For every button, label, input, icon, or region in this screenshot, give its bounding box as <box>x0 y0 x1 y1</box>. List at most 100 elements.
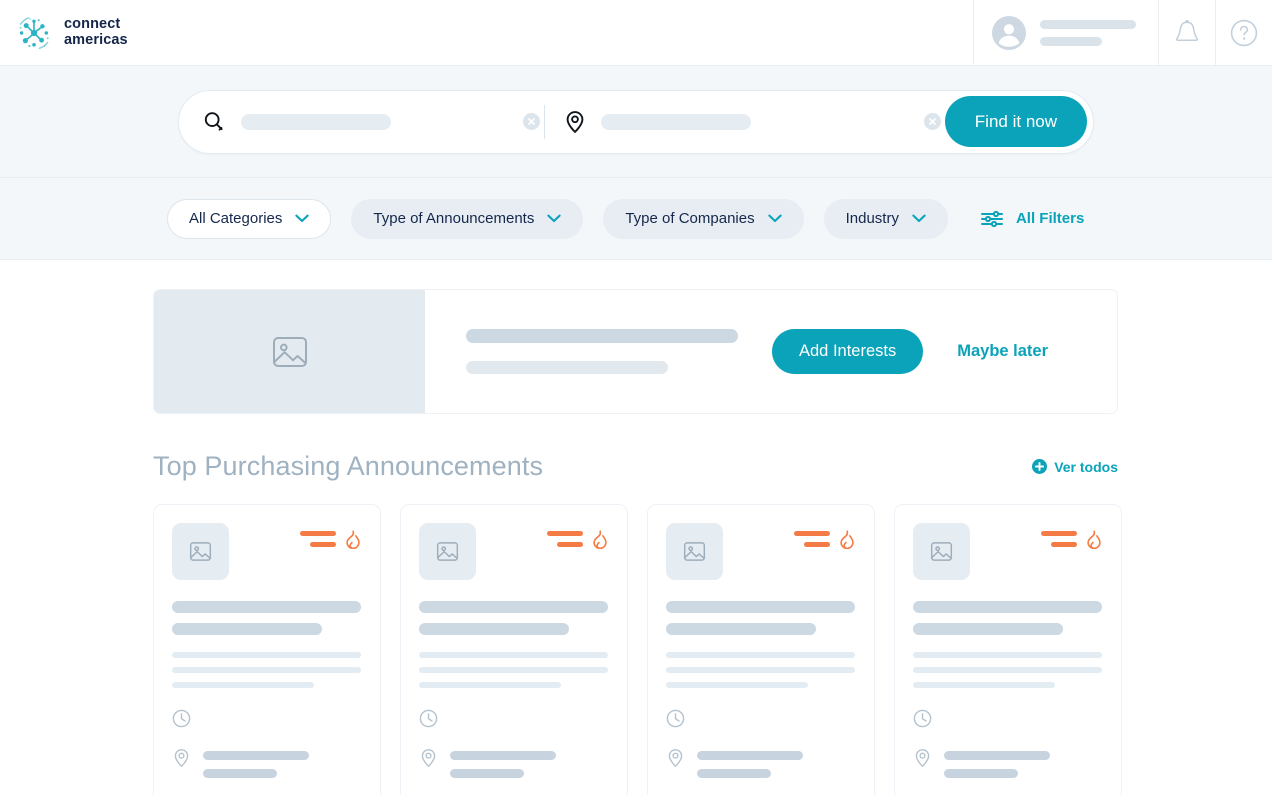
card-description-placeholder <box>419 652 609 688</box>
card-location-bar <box>203 751 309 760</box>
promo-text-placeholder <box>466 329 738 374</box>
flame-icon <box>1085 529 1103 549</box>
hot-bar <box>547 531 583 536</box>
keyword-search-segment[interactable] <box>201 91 544 153</box>
card-location-placeholder <box>203 748 309 778</box>
filter-chip-industry[interactable]: Industry <box>824 199 948 239</box>
card-description-placeholder <box>913 652 1103 688</box>
card-desc-bar <box>172 667 361 673</box>
brand-name-line2: americas <box>64 33 128 48</box>
filter-chip-type-of-announcements[interactable]: Type of Announcements <box>351 199 583 239</box>
promo-thumbnail <box>154 290 425 413</box>
location-pin-icon <box>563 109 587 135</box>
clock-icon <box>419 709 438 728</box>
card-desc-bar <box>913 667 1102 673</box>
hot-rating-bars <box>547 531 583 547</box>
clear-location-button[interactable] <box>924 113 941 130</box>
card-thumbnail <box>419 523 476 580</box>
card-title-bar <box>666 623 816 635</box>
card-location-meta <box>172 748 362 778</box>
chevron-down-icon <box>912 214 926 223</box>
help-button[interactable] <box>1215 0 1272 65</box>
see-all-link[interactable]: Ver todos <box>1032 459 1118 475</box>
location-input[interactable] <box>601 114 751 130</box>
card-desc-bar <box>666 667 855 673</box>
search-icon <box>201 109 227 135</box>
hot-bar <box>794 531 830 536</box>
hot-rating-bars <box>794 531 830 547</box>
section-header: Top Purchasing Announcements Ver todos <box>153 451 1118 482</box>
clear-keyword-button[interactable] <box>523 113 540 130</box>
user-name-placeholder <box>1040 20 1136 46</box>
hot-bar <box>1051 542 1077 547</box>
location-pin-icon <box>666 748 685 769</box>
filter-chip-all-categories[interactable]: All Categories <box>167 199 331 239</box>
card-title-bar <box>172 623 322 635</box>
brand-name-line1: connect <box>64 17 128 32</box>
card-location-bar <box>697 751 803 760</box>
card-desc-bar <box>666 652 855 658</box>
card-description-placeholder <box>172 652 362 688</box>
card-location-meta <box>419 748 609 778</box>
promo-title-bar <box>466 329 738 343</box>
search-band: Find it now <box>0 66 1272 178</box>
add-interests-button[interactable]: Add Interests <box>772 329 923 374</box>
find-it-now-button[interactable]: Find it now <box>945 96 1087 147</box>
card-title-bar <box>172 601 361 613</box>
header-spacer <box>128 0 973 65</box>
page-title: Top Purchasing Announcements <box>153 451 543 482</box>
image-placeholder-icon <box>187 538 214 565</box>
user-account-menu[interactable] <box>973 0 1158 65</box>
flame-icon <box>838 529 856 549</box>
card-location-placeholder <box>697 748 803 778</box>
all-filters-label: All Filters <box>1016 210 1084 227</box>
card-hot-badge <box>300 523 362 549</box>
see-all-label: Ver todos <box>1054 459 1118 475</box>
card-location-bar <box>944 751 1050 760</box>
location-pin-icon <box>419 748 438 769</box>
filter-chip-label: Industry <box>846 210 899 227</box>
notifications-button[interactable] <box>1158 0 1215 65</box>
announcement-card[interactable] <box>400 504 628 795</box>
filter-chip-label: Type of Companies <box>625 210 754 227</box>
card-title-placeholder <box>913 601 1103 635</box>
card-location-meta <box>666 748 856 778</box>
announcement-card[interactable] <box>647 504 875 795</box>
card-thumbnail <box>913 523 970 580</box>
promo-subtitle-bar <box>466 361 668 374</box>
location-search-segment[interactable] <box>545 91 945 153</box>
announcement-card[interactable] <box>894 504 1122 795</box>
card-header <box>666 523 856 580</box>
search-bar: Find it now <box>178 90 1094 154</box>
card-title-bar <box>913 601 1102 613</box>
hot-bar <box>310 542 336 547</box>
announcement-card-list <box>153 504 1272 795</box>
user-name-bar <box>1040 20 1136 29</box>
card-location-bar <box>944 769 1018 778</box>
announcement-card[interactable] <box>153 504 381 795</box>
card-title-placeholder <box>172 601 362 635</box>
brand-logo[interactable]: connect americas <box>0 0 128 65</box>
hot-bar <box>804 542 830 547</box>
sliders-icon <box>980 210 1004 228</box>
card-description-placeholder <box>666 652 856 688</box>
card-time-meta <box>419 709 609 728</box>
card-title-bar <box>419 623 569 635</box>
connect-americas-globe-icon <box>14 13 54 53</box>
card-hot-badge <box>1041 523 1103 549</box>
hot-bar <box>300 531 336 536</box>
image-placeholder-icon <box>434 538 461 565</box>
maybe-later-button[interactable]: Maybe later <box>957 342 1048 361</box>
image-placeholder-icon <box>268 330 312 374</box>
all-filters-button[interactable]: All Filters <box>980 210 1084 228</box>
filter-bar: All Categories Type of Announcements Typ… <box>0 178 1272 260</box>
flame-icon <box>591 529 609 549</box>
question-circle-icon <box>1229 18 1259 48</box>
filter-chip-label: All Categories <box>189 210 282 227</box>
search-input[interactable] <box>241 114 391 130</box>
filter-chip-type-of-companies[interactable]: Type of Companies <box>603 199 803 239</box>
hot-rating-bars <box>300 531 336 547</box>
card-location-placeholder <box>450 748 556 778</box>
bell-icon <box>1173 18 1201 48</box>
card-time-meta <box>666 709 856 728</box>
